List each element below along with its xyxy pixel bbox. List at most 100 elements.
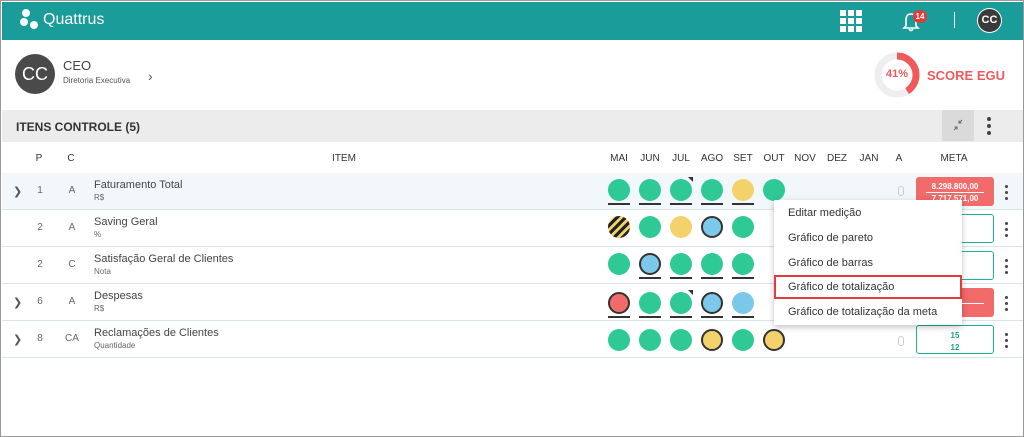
expand-chevron-icon[interactable]: ❯ [13,296,22,309]
status-dot-jun[interactable] [639,253,661,275]
comment-marker [688,290,693,295]
status-dot-ago[interactable] [701,216,723,238]
section-title: ITENS CONTROLE (5) [16,120,141,134]
header-meta: META [940,153,968,164]
attachment-icon[interactable] [898,186,904,196]
row-p: 2 [37,259,43,270]
row-item-name[interactable]: Despesas [94,290,143,302]
status-dot-jun[interactable] [639,292,661,314]
status-dot-mai[interactable] [608,216,630,238]
row-item-unit: % [94,230,102,239]
row-p: 2 [37,222,43,233]
underline [732,203,754,205]
status-dot-jun[interactable] [639,329,661,351]
status-dot-set[interactable] [732,179,754,201]
status-dot-ago[interactable] [701,329,723,351]
row-item-name[interactable]: Faturamento Total [94,179,182,191]
section-more-button[interactable] [981,114,997,138]
status-dot-jul[interactable] [670,292,692,314]
status-dot-mai[interactable] [608,329,630,351]
collapse-button[interactable] [942,110,974,141]
menu-item-grafico-totalizacao-meta[interactable]: Gráfico de totalização da meta [774,300,962,324]
underline [639,316,661,318]
profile-avatar[interactable]: CC [15,54,55,94]
row-more-button[interactable] [1001,183,1013,201]
status-dot-ago[interactable] [701,292,723,314]
meta-target: 8.298.800,00 [931,182,979,191]
underline [639,277,661,279]
row-more-button[interactable] [1001,220,1013,238]
row-item-unit: R$ [94,193,105,202]
underline [732,316,754,318]
status-dot-set[interactable] [732,329,754,351]
user-role: CEO [63,58,92,73]
menu-item-grafico-totalizacao[interactable]: Gráfico de totalização [774,275,962,299]
row-c: CA [65,333,79,344]
row-item-unit: R$ [94,304,105,313]
status-dot-jul[interactable] [670,329,692,351]
row-c: A [68,296,76,307]
status-dot-mai[interactable] [608,292,630,314]
expand-chevron-icon[interactable]: ❯ [13,185,22,198]
header-jan: JAN [859,153,879,164]
user-avatar[interactable]: CC [977,8,1002,33]
menu-item-grafico-pareto[interactable]: Gráfico de pareto [774,226,962,250]
apps-grid-icon[interactable] [840,10,862,32]
header-jul: JUL [672,153,690,164]
row-item-name[interactable]: Saving Geral [94,216,158,228]
row-item-unit: Quantidade [94,341,136,350]
section-header [2,110,1023,142]
table-row[interactable]: ❯ 8 CA Reclamações de Clientes Quantidad… [2,321,1023,358]
status-dot-set[interactable] [732,216,754,238]
status-dot-jul[interactable] [670,216,692,238]
status-dot-jun[interactable] [639,179,661,201]
status-dot-ago[interactable] [701,179,723,201]
row-c: A [68,185,76,196]
header-p: P [35,153,43,164]
row-more-button[interactable] [1001,294,1013,312]
user-department: Diretoria Executiva [63,76,131,85]
row-p: 6 [37,296,43,307]
menu-item-editar-medicao[interactable]: Editar medição [774,201,962,225]
row-c: A [68,222,76,233]
meta-actual: 12 [950,343,960,352]
header-mai: MAI [610,153,628,164]
score-percent: 41% [885,68,909,80]
status-dot-out[interactable] [763,179,785,201]
expand-chevron-icon[interactable]: ❯ [13,333,22,346]
underline [608,316,630,318]
menu-item-grafico-barras[interactable]: Gráfico de barras [774,251,962,275]
status-dot-jul[interactable] [670,253,692,275]
row-item-unit: Nota [94,267,111,276]
topbar-divider [954,12,955,28]
header-a: A [895,153,903,164]
status-dot-out[interactable] [763,329,785,351]
header-item: ITEM [332,153,356,164]
attachment-icon[interactable] [898,336,904,346]
status-dot-jun[interactable] [639,216,661,238]
header-nov: NOV [794,153,816,164]
underline [670,203,692,205]
comment-marker [688,177,693,182]
brand-name[interactable]: Quattrus [43,11,104,29]
header-out: OUT [763,153,785,164]
chevron-right-icon[interactable]: › [148,68,153,84]
status-dot-ago[interactable] [701,253,723,275]
status-dot-jul[interactable] [670,179,692,201]
status-dot-set[interactable] [732,253,754,275]
status-dot-mai[interactable] [608,253,630,275]
underline [701,277,723,279]
status-dot-mai[interactable] [608,179,630,201]
row-more-button[interactable] [1001,257,1013,275]
underline [608,203,630,205]
header-c: C [67,153,75,164]
underline [670,277,692,279]
quattrus-logo-icon[interactable] [20,9,42,31]
collapse-arrows-icon [953,119,963,131]
row-item-name[interactable]: Satisfação Geral de Clientes [94,253,233,265]
status-dot-set[interactable] [732,292,754,314]
notification-badge: 14 [913,10,927,23]
context-menu: Editar medição Gráfico de pareto Gráfico… [774,200,962,325]
row-item-name[interactable]: Reclamações de Clientes [94,327,219,339]
row-more-button[interactable] [1001,331,1013,349]
